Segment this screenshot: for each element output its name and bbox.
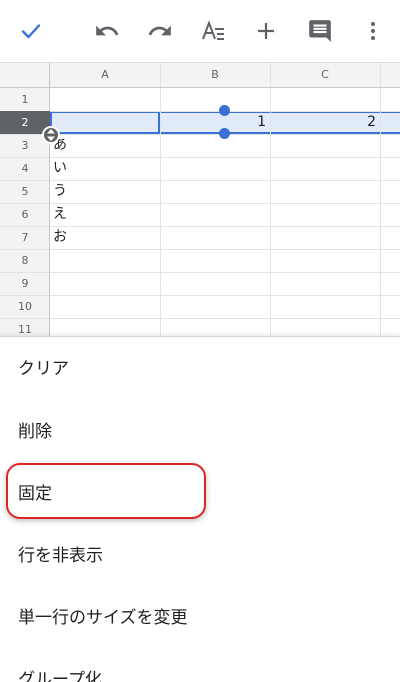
row-header-10[interactable]: 10	[0, 295, 50, 318]
menu-item-delete[interactable]: 削除	[0, 401, 400, 463]
cell-a3[interactable]: あ	[53, 134, 153, 157]
menu-item-resize-row[interactable]: 単一行のサイズを変更	[0, 587, 400, 649]
row-header-1[interactable]: 1	[0, 88, 50, 111]
row-header-11[interactable]: 11	[0, 318, 50, 336]
column-header-c[interactable]: C	[270, 63, 380, 87]
cell-b2[interactable]: 1	[160, 111, 266, 134]
more-vert-icon[interactable]	[354, 12, 392, 50]
cell-a5[interactable]: う	[53, 180, 153, 203]
row-header-9[interactable]: 9	[0, 272, 50, 295]
menu-item-hide-row[interactable]: 行を非表示	[0, 525, 400, 587]
cell-a4[interactable]: い	[53, 157, 153, 180]
add-icon[interactable]	[247, 12, 285, 50]
row-header-8[interactable]: 8	[0, 249, 50, 272]
column-header-b[interactable]: B	[160, 63, 270, 87]
menu-item-group[interactable]: グループ化	[0, 649, 400, 682]
text-format-icon[interactable]	[194, 12, 232, 50]
cell-a7[interactable]: お	[53, 226, 153, 249]
spreadsheet-grid[interactable]: A B C 1 2 3 4 5 6 7 8 9 10 11 1 2 あ い う …	[0, 62, 400, 336]
row-context-menu: クリア 削除 固定 行を非表示 単一行のサイズを変更 グループ化	[0, 336, 400, 682]
header-divider	[0, 87, 400, 88]
row-header-7[interactable]: 7	[0, 226, 50, 249]
comment-icon[interactable]	[301, 12, 339, 50]
column-header-a[interactable]: A	[50, 63, 160, 87]
top-toolbar	[0, 0, 400, 62]
cell-a6[interactable]: え	[53, 203, 153, 226]
selection-handle-top[interactable]	[219, 105, 230, 116]
active-cell[interactable]	[50, 111, 160, 134]
undo-icon[interactable]	[88, 12, 126, 50]
row-header-5[interactable]: 5	[0, 180, 50, 203]
row-resize-handle-icon[interactable]	[42, 126, 60, 144]
highlight-annotation	[6, 463, 206, 519]
row-header-4[interactable]: 4	[0, 157, 50, 180]
selection-handle-bottom[interactable]	[219, 128, 230, 139]
row-header-6[interactable]: 6	[0, 203, 50, 226]
menu-item-clear[interactable]: クリア	[0, 338, 400, 400]
cell-c2[interactable]: 2	[270, 111, 376, 134]
redo-icon[interactable]	[141, 12, 179, 50]
check-icon[interactable]	[12, 12, 50, 50]
